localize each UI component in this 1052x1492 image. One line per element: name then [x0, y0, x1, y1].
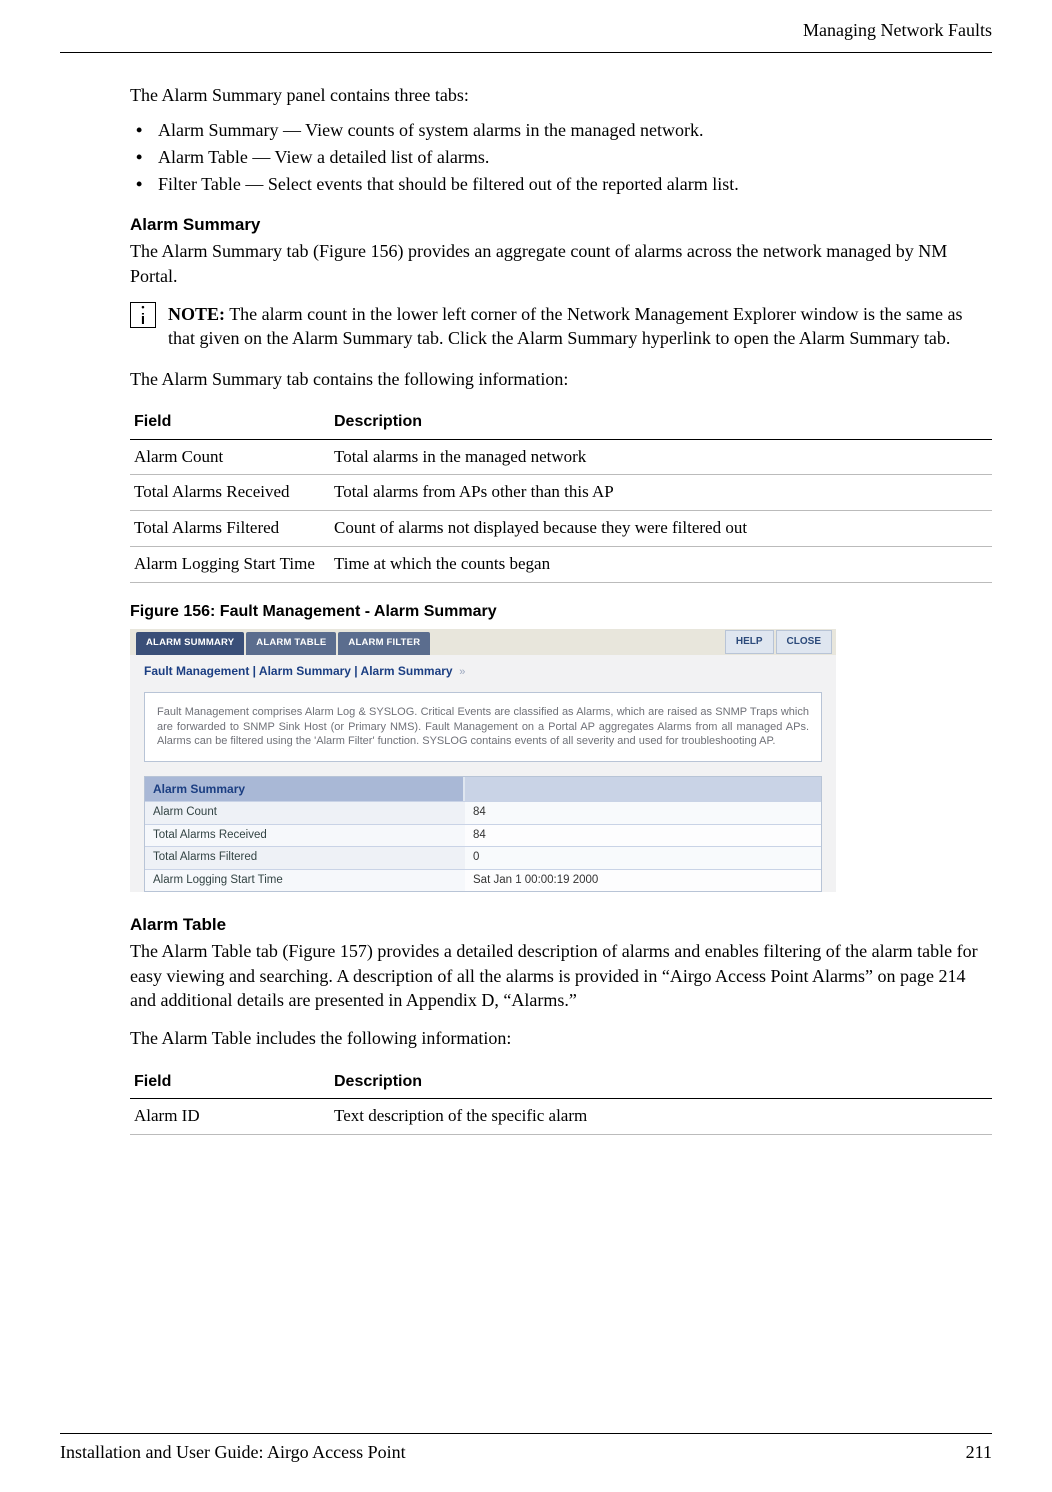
screenshot-description: Fault Management comprises Alarm Log & S… [144, 692, 822, 763]
page-header: Managing Network Faults [60, 0, 992, 53]
tab-alarm-filter[interactable]: ALARM FILTER [338, 632, 430, 655]
info-icon: •i [130, 302, 156, 328]
section-heading-alarm-summary: Alarm Summary [130, 214, 992, 237]
screenshot-alarm-summary: ALARM SUMMARY ALARM TABLE ALARM FILTER H… [130, 629, 836, 893]
section-heading-alarm-table: Alarm Table [130, 914, 992, 937]
screenshot-tabs: ALARM SUMMARY ALARM TABLE ALARM FILTER [130, 629, 430, 655]
figure-caption: Figure 156: Fault Management - Alarm Sum… [130, 601, 992, 623]
page-number: 211 [966, 1440, 992, 1464]
section-paragraph: The Alarm Table includes the following i… [130, 1026, 992, 1050]
table-row: Total Alarms Filtered0 [145, 846, 821, 869]
bullet-item: Alarm Summary — View counts of system al… [158, 118, 992, 142]
screenshot-topbar: ALARM SUMMARY ALARM TABLE ALARM FILTER H… [130, 629, 836, 655]
intro-text: The Alarm Summary panel contains three t… [130, 83, 992, 107]
help-button[interactable]: HELP [725, 630, 774, 654]
table-row: Alarm CountTotal alarms in the managed n… [130, 439, 992, 475]
table-row: Alarm Count84 [145, 801, 821, 824]
alarm-table-field-table: Field Description Alarm IDText descripti… [130, 1065, 992, 1136]
table-row: Total Alarms FilteredCount of alarms not… [130, 511, 992, 547]
bullet-item: Alarm Table — View a detailed list of al… [158, 145, 992, 169]
chevron-right-icon: » [459, 666, 465, 678]
screenshot-summary-panel: Alarm Summary Alarm Count84 Total Alarms… [144, 776, 822, 892]
note-text: NOTE: The alarm count in the lower left … [168, 302, 992, 351]
section-paragraph: The Alarm Summary tab (Figure 156) provi… [130, 239, 992, 288]
note-block: •i NOTE: The alarm count in the lower le… [130, 302, 992, 351]
alarm-summary-field-table: Field Description Alarm CountTotal alarm… [130, 405, 992, 583]
breadcrumb: Fault Management | Alarm Summary | Alarm… [130, 655, 836, 684]
table-row: Alarm IDText description of the specific… [130, 1099, 992, 1135]
table-row: Alarm Logging Start TimeSat Jan 1 00:00:… [145, 869, 821, 892]
section-paragraph: The Alarm Table tab (Figure 157) provide… [130, 939, 992, 1012]
page-footer: Installation and User Guide: Airgo Acces… [60, 1433, 992, 1464]
section-paragraph: The Alarm Summary tab contains the follo… [130, 367, 992, 391]
table-header: Description [330, 1065, 992, 1099]
footer-left: Installation and User Guide: Airgo Acces… [60, 1440, 406, 1464]
bullet-item: Filter Table — Select events that should… [158, 172, 992, 196]
tab-alarm-summary[interactable]: ALARM SUMMARY [136, 632, 244, 655]
tab-alarm-table[interactable]: ALARM TABLE [246, 632, 336, 655]
intro-bullets: Alarm Summary — View counts of system al… [130, 118, 992, 197]
close-button[interactable]: CLOSE [776, 630, 832, 654]
table-row: Alarm Logging Start TimeTime at which th… [130, 547, 992, 583]
table-header: Field [130, 405, 330, 439]
panel-title: Alarm Summary [145, 777, 465, 801]
table-header: Field [130, 1065, 330, 1099]
table-row: Total Alarms ReceivedTotal alarms from A… [130, 475, 992, 511]
table-header: Description [330, 405, 992, 439]
table-row: Total Alarms Received84 [145, 824, 821, 847]
